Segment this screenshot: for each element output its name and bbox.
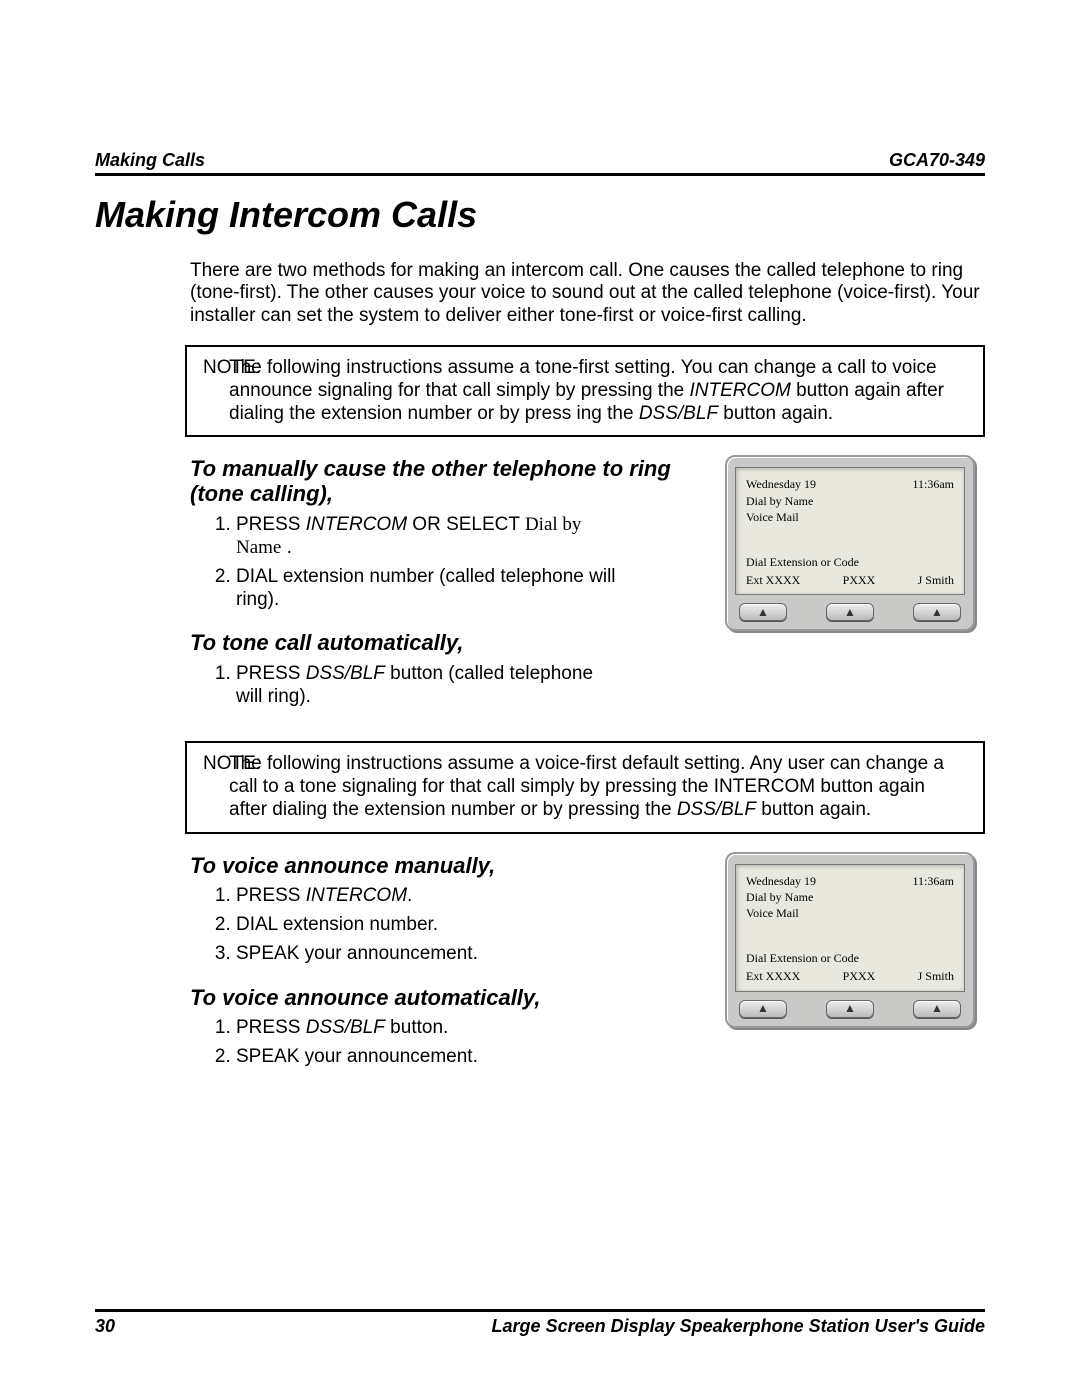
heading-tone-auto: To tone call automatically, xyxy=(190,631,715,656)
lcd-soft1: Ext XXXX xyxy=(746,572,800,588)
document-page: Making Calls GCA70-349 Making Intercom C… xyxy=(0,0,1080,1397)
step1b: . xyxy=(407,885,412,906)
section-tone-manual: To manually cause the other telephone to… xyxy=(95,437,715,727)
steps-voice-manual: PRESS INTERCOM. DIAL extension number. S… xyxy=(212,884,715,966)
section-voice-row: To voice announce manually, PRESS INTERC… xyxy=(95,834,985,1088)
lcd-prompt: Dial Extension or Code xyxy=(746,554,954,570)
step1-dssblf-term: DSS/BLF xyxy=(306,663,385,684)
phone-device: Wednesday 19 11:36am Dial by Name Voice … xyxy=(725,455,975,631)
phone-lcd: Wednesday 19 11:36am Dial by Name Voice … xyxy=(735,864,965,992)
step: PRESS DSS/BLF button (called telephone w… xyxy=(236,662,616,708)
note-box-1: NOTE: The following instructions assume … xyxy=(185,345,985,437)
lcd-soft1: Ext XXXX xyxy=(746,968,800,984)
step1a: PRESS xyxy=(236,663,306,684)
step: SPEAK your announcement. xyxy=(236,1045,715,1068)
softkey-button: ▲ xyxy=(739,603,787,621)
lcd-soft2: PXXX xyxy=(843,572,876,588)
step1d: . xyxy=(281,537,292,558)
lcd-date: Wednesday 19 xyxy=(746,873,816,889)
note-body: The following instructions assume a voic… xyxy=(229,753,967,821)
heading-voice-auto: To voice announce automatically, xyxy=(190,986,715,1011)
step1-dssblf-term: DSS/BLF xyxy=(306,1017,385,1038)
header-right: GCA70-349 xyxy=(889,150,985,171)
phone-device: Wednesday 19 11:36am Dial by Name Voice … xyxy=(725,852,975,1028)
softkey-button: ▲ xyxy=(826,1000,874,1018)
step1-intercom-term: INTERCOM xyxy=(306,514,407,535)
section-voice: To voice announce manually, PRESS INTERC… xyxy=(95,834,715,1088)
softkey-row: ▲ ▲ ▲ xyxy=(735,603,965,621)
softkey-button: ▲ xyxy=(913,1000,961,1018)
step: PRESS INTERCOM. xyxy=(236,884,715,907)
heading-tone-manual: To manually cause the other telephone to… xyxy=(190,457,715,506)
lcd-soft3: J Smith xyxy=(918,572,954,588)
step: SPEAK your announcement. xyxy=(236,942,715,965)
softkey-row: ▲ ▲ ▲ xyxy=(735,1000,965,1018)
lcd-line1: Dial by Name xyxy=(746,889,954,905)
running-header: Making Calls GCA70-349 xyxy=(95,150,985,176)
note1-text-c: button again. xyxy=(718,403,833,424)
note1-intercom-term: INTERCOM xyxy=(689,380,790,401)
softkey-button: ▲ xyxy=(913,603,961,621)
step: DIAL extension number (called telephone … xyxy=(236,565,616,611)
step1a: PRESS xyxy=(236,514,306,535)
intro-paragraph: There are two methods for making an inte… xyxy=(190,260,985,327)
running-footer: 30 Large Screen Display Speakerphone Sta… xyxy=(95,1309,985,1337)
phone-figure-1: Wednesday 19 11:36am Dial by Name Voice … xyxy=(725,455,985,631)
lcd-soft2: PXXX xyxy=(843,968,876,984)
lcd-date: Wednesday 19 xyxy=(746,476,816,492)
lcd-time: 11:36am xyxy=(912,476,954,492)
lcd-prompt: Dial Extension or Code xyxy=(746,950,954,966)
step1a: PRESS xyxy=(236,885,306,906)
step: PRESS INTERCOM OR SELECT Dial by Name . xyxy=(236,513,616,559)
header-left: Making Calls xyxy=(95,150,205,171)
lcd-line2: Voice Mail xyxy=(746,905,954,921)
steps-voice-auto: PRESS DSS/BLF button. SPEAK your announc… xyxy=(212,1016,715,1068)
lcd-line2: Voice Mail xyxy=(746,509,954,525)
step1b: button. xyxy=(385,1017,448,1038)
step: PRESS DSS/BLF button. xyxy=(236,1016,715,1039)
note-body: The following instructions assume a tone… xyxy=(229,357,967,425)
step1-intercom-term: INTERCOM xyxy=(306,885,407,906)
softkey-button: ▲ xyxy=(739,1000,787,1018)
note-box-2: NOTE: The following instructions assume … xyxy=(185,741,985,833)
section-tone-manual-row: To manually cause the other telephone to… xyxy=(95,437,985,727)
steps-tone-auto: PRESS DSS/BLF button (called telephone w… xyxy=(212,662,715,708)
lcd-line1: Dial by Name xyxy=(746,493,954,509)
phone-figure-2: Wednesday 19 11:36am Dial by Name Voice … xyxy=(725,852,985,1028)
softkey-button: ▲ xyxy=(826,603,874,621)
note2-text-b: button again. xyxy=(756,799,871,820)
page-title: Making Intercom Calls xyxy=(95,194,985,236)
lcd-soft3: J Smith xyxy=(918,968,954,984)
phone-lcd: Wednesday 19 11:36am Dial by Name Voice … xyxy=(735,467,965,595)
note2-dssblf-term: DSS/BLF xyxy=(677,799,756,820)
note1-dssblf-term: DSS/BLF xyxy=(639,403,718,424)
step: DIAL extension number. xyxy=(236,913,715,936)
lcd-time: 11:36am xyxy=(912,873,954,889)
footer-title: Large Screen Display Speakerphone Statio… xyxy=(492,1316,985,1337)
steps-tone-manual: PRESS INTERCOM OR SELECT Dial by Name . … xyxy=(212,513,715,612)
heading-voice-manual: To voice announce manually, xyxy=(190,854,715,879)
page-number: 30 xyxy=(95,1316,115,1337)
step1a: PRESS xyxy=(236,1017,306,1038)
step1b: OR SELECT xyxy=(407,514,525,535)
